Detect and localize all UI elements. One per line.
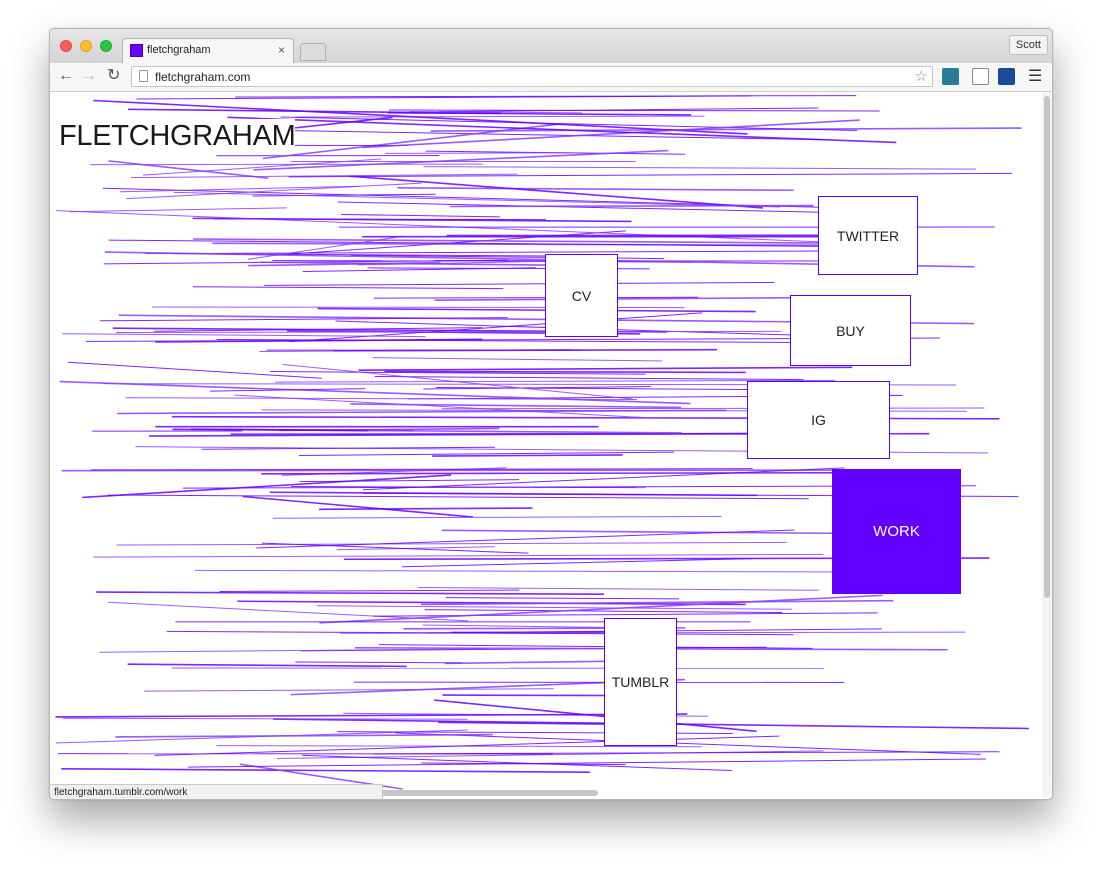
scribble-line xyxy=(143,158,382,176)
eyedropper-extension-icon[interactable] xyxy=(972,68,989,85)
scribble-line xyxy=(450,204,814,208)
reload-icon[interactable]: ↻ xyxy=(107,67,120,85)
forward-arrow-icon[interactable]: → xyxy=(81,67,97,85)
scribble-line xyxy=(173,250,886,255)
scribble-line xyxy=(319,594,883,624)
scribble-line xyxy=(372,357,663,362)
scribble-line xyxy=(401,558,753,568)
scribble-line xyxy=(99,648,486,653)
scribble-line xyxy=(319,507,533,511)
hamburger-menu-icon[interactable]: ☰ xyxy=(1028,66,1042,86)
scribble-line xyxy=(256,529,795,549)
scribble-line xyxy=(272,515,722,519)
site-title[interactable]: FLETCHGRAHAM xyxy=(59,119,296,153)
scribble-line xyxy=(423,166,977,170)
favicon-icon xyxy=(130,44,143,57)
scribble-line xyxy=(373,612,878,617)
scribble-line xyxy=(362,119,860,149)
scribble-line xyxy=(219,589,520,592)
scribble-line xyxy=(62,333,426,338)
address-bar[interactable]: fletchgraham.com ☆ xyxy=(131,66,933,87)
scribble-line xyxy=(62,717,468,720)
scribble-line xyxy=(358,366,853,371)
scribble-line xyxy=(193,286,504,290)
scribble-line xyxy=(445,597,679,600)
scribble-line xyxy=(242,495,474,518)
scribble-line xyxy=(144,688,554,692)
scribble-line xyxy=(374,375,804,381)
scribble-line xyxy=(316,605,792,610)
buy-link[interactable]: BUY xyxy=(790,295,911,366)
scribble-line xyxy=(116,330,781,333)
scribble-line xyxy=(341,213,500,218)
analytics-extension-icon[interactable] xyxy=(998,68,1015,85)
scribble-line xyxy=(441,407,985,410)
status-bar: fletchgraham.tumblr.com/work xyxy=(50,784,383,799)
scribble-line xyxy=(295,661,462,664)
vertical-scrollbar-thumb[interactable] xyxy=(1044,96,1050,598)
tab-title: fletchgraham xyxy=(147,44,211,56)
scribble-line xyxy=(93,553,824,558)
scribble-line xyxy=(432,454,623,457)
page-icon xyxy=(139,70,148,82)
scribble-line xyxy=(69,207,287,213)
close-tab-icon[interactable]: × xyxy=(278,43,285,57)
scribble-line xyxy=(193,238,831,244)
work-link[interactable]: WORK xyxy=(832,469,961,594)
scribble-line xyxy=(388,109,880,112)
scribble-line xyxy=(61,767,590,774)
scribble-line xyxy=(299,479,520,483)
tab-strip: fletchgraham × Scott xyxy=(50,29,1052,64)
profile-button[interactable]: Scott xyxy=(1008,35,1048,55)
scribble-line xyxy=(280,116,858,132)
scribble-line xyxy=(295,115,705,118)
zoom-window-button[interactable] xyxy=(100,40,112,52)
scribble-line xyxy=(116,541,787,546)
scribble-line xyxy=(96,591,604,595)
scribble-line xyxy=(422,624,612,628)
scribble-line xyxy=(302,754,732,772)
scribble-line xyxy=(395,732,981,755)
new-tab-button[interactable] xyxy=(300,43,326,61)
back-arrow-icon[interactable]: ← xyxy=(58,67,74,85)
browser-window: fletchgraham × Scott ← → ↻ fletchgraham.… xyxy=(49,28,1053,800)
scribble-line xyxy=(117,409,727,415)
scribble-line xyxy=(441,529,892,535)
horizontal-scrollbar-thumb[interactable] xyxy=(380,790,598,796)
scribble-line xyxy=(317,307,756,313)
twitter-link[interactable]: TWITTER xyxy=(818,196,918,275)
bookmark-star-icon[interactable]: ☆ xyxy=(915,67,928,85)
scribble-line xyxy=(264,281,775,286)
close-window-button[interactable] xyxy=(60,40,72,52)
scribble-line xyxy=(261,542,529,554)
page-viewport: FLETCHGRAHAM TWITTER CV BUY IG WORK TUMB… xyxy=(50,92,1042,798)
cv-link[interactable]: CV xyxy=(545,254,618,337)
scribble-line xyxy=(108,160,269,179)
vertical-scrollbar[interactable] xyxy=(1042,92,1052,798)
tab-fletchgraham[interactable]: fletchgraham × xyxy=(122,38,294,64)
scribble-line xyxy=(424,609,782,614)
browser-toolbar: ← → ↻ fletchgraham.com ☆ ☰ xyxy=(50,63,1052,92)
extension-icon[interactable] xyxy=(942,68,959,85)
address-bar-url[interactable]: fletchgraham.com xyxy=(155,70,250,84)
scribble-line xyxy=(82,474,452,499)
scribble-line xyxy=(127,663,407,668)
scribble-line xyxy=(385,152,570,154)
scribble-line xyxy=(120,185,360,193)
ig-link[interactable]: IG xyxy=(747,381,890,459)
scribble-line xyxy=(387,111,692,116)
scribble-line xyxy=(337,201,870,214)
minimize-window-button[interactable] xyxy=(80,40,92,52)
tumblr-link[interactable]: TUMBLR xyxy=(604,618,677,746)
scribble-line xyxy=(269,491,758,497)
scribble-line xyxy=(397,187,794,192)
